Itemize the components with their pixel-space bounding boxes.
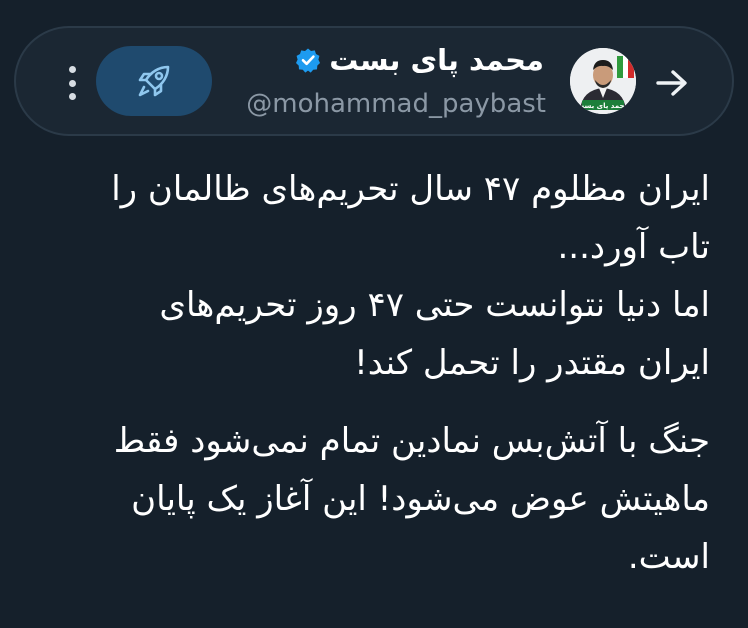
tweet-text: ایران مظلوم ۴۷ سال تحریم‌های ظالمان را ت…: [38, 160, 710, 586]
more-vertical-icon: [68, 66, 76, 73]
tweet-line: ماهیتش عوض می‌شود! این آغاز یک پایان: [131, 479, 710, 519]
user-handle[interactable]: @mohammad_paybast: [246, 89, 546, 119]
display-name[interactable]: محمد پای بست: [295, 43, 544, 77]
profile-header: محمد پای بست محمد پای بست @mohammad_payb…: [14, 26, 734, 136]
tweet-line: تاب آورد...: [557, 227, 711, 267]
more-options-button[interactable]: [60, 66, 84, 100]
tweet-line: است.: [627, 537, 710, 577]
arrow-right-icon: [656, 70, 687, 96]
tweet-paragraph: ایران مظلوم ۴۷ سال تحریم‌های ظالمان را ت…: [38, 160, 710, 392]
rocket-icon: [138, 65, 170, 97]
tweet-line: اما دنیا نتوانست حتی ۴۷ روز تحریم‌های: [159, 285, 710, 325]
avatar-caption: محمد پای بست: [577, 102, 629, 110]
avatar[interactable]: محمد پای بست: [570, 48, 636, 114]
display-name-text: محمد پای بست: [329, 43, 544, 77]
tweet-line: جنگ با آتش‌بس نمادین تمام نمی‌شود فقط: [113, 421, 710, 461]
tweet-paragraph: جنگ با آتش‌بس نمادین تمام نمی‌شود فقط ما…: [38, 412, 710, 586]
tweet-line: ایران مقتدر را تحمل کند!: [354, 343, 710, 383]
avatar-image: محمد پای بست: [570, 48, 636, 114]
boost-button[interactable]: [96, 46, 212, 116]
tweet-line: ایران مظلوم ۴۷ سال تحریم‌های ظالمان را: [111, 169, 710, 209]
back-button[interactable]: [650, 61, 694, 105]
verified-badge-icon: [295, 47, 321, 73]
